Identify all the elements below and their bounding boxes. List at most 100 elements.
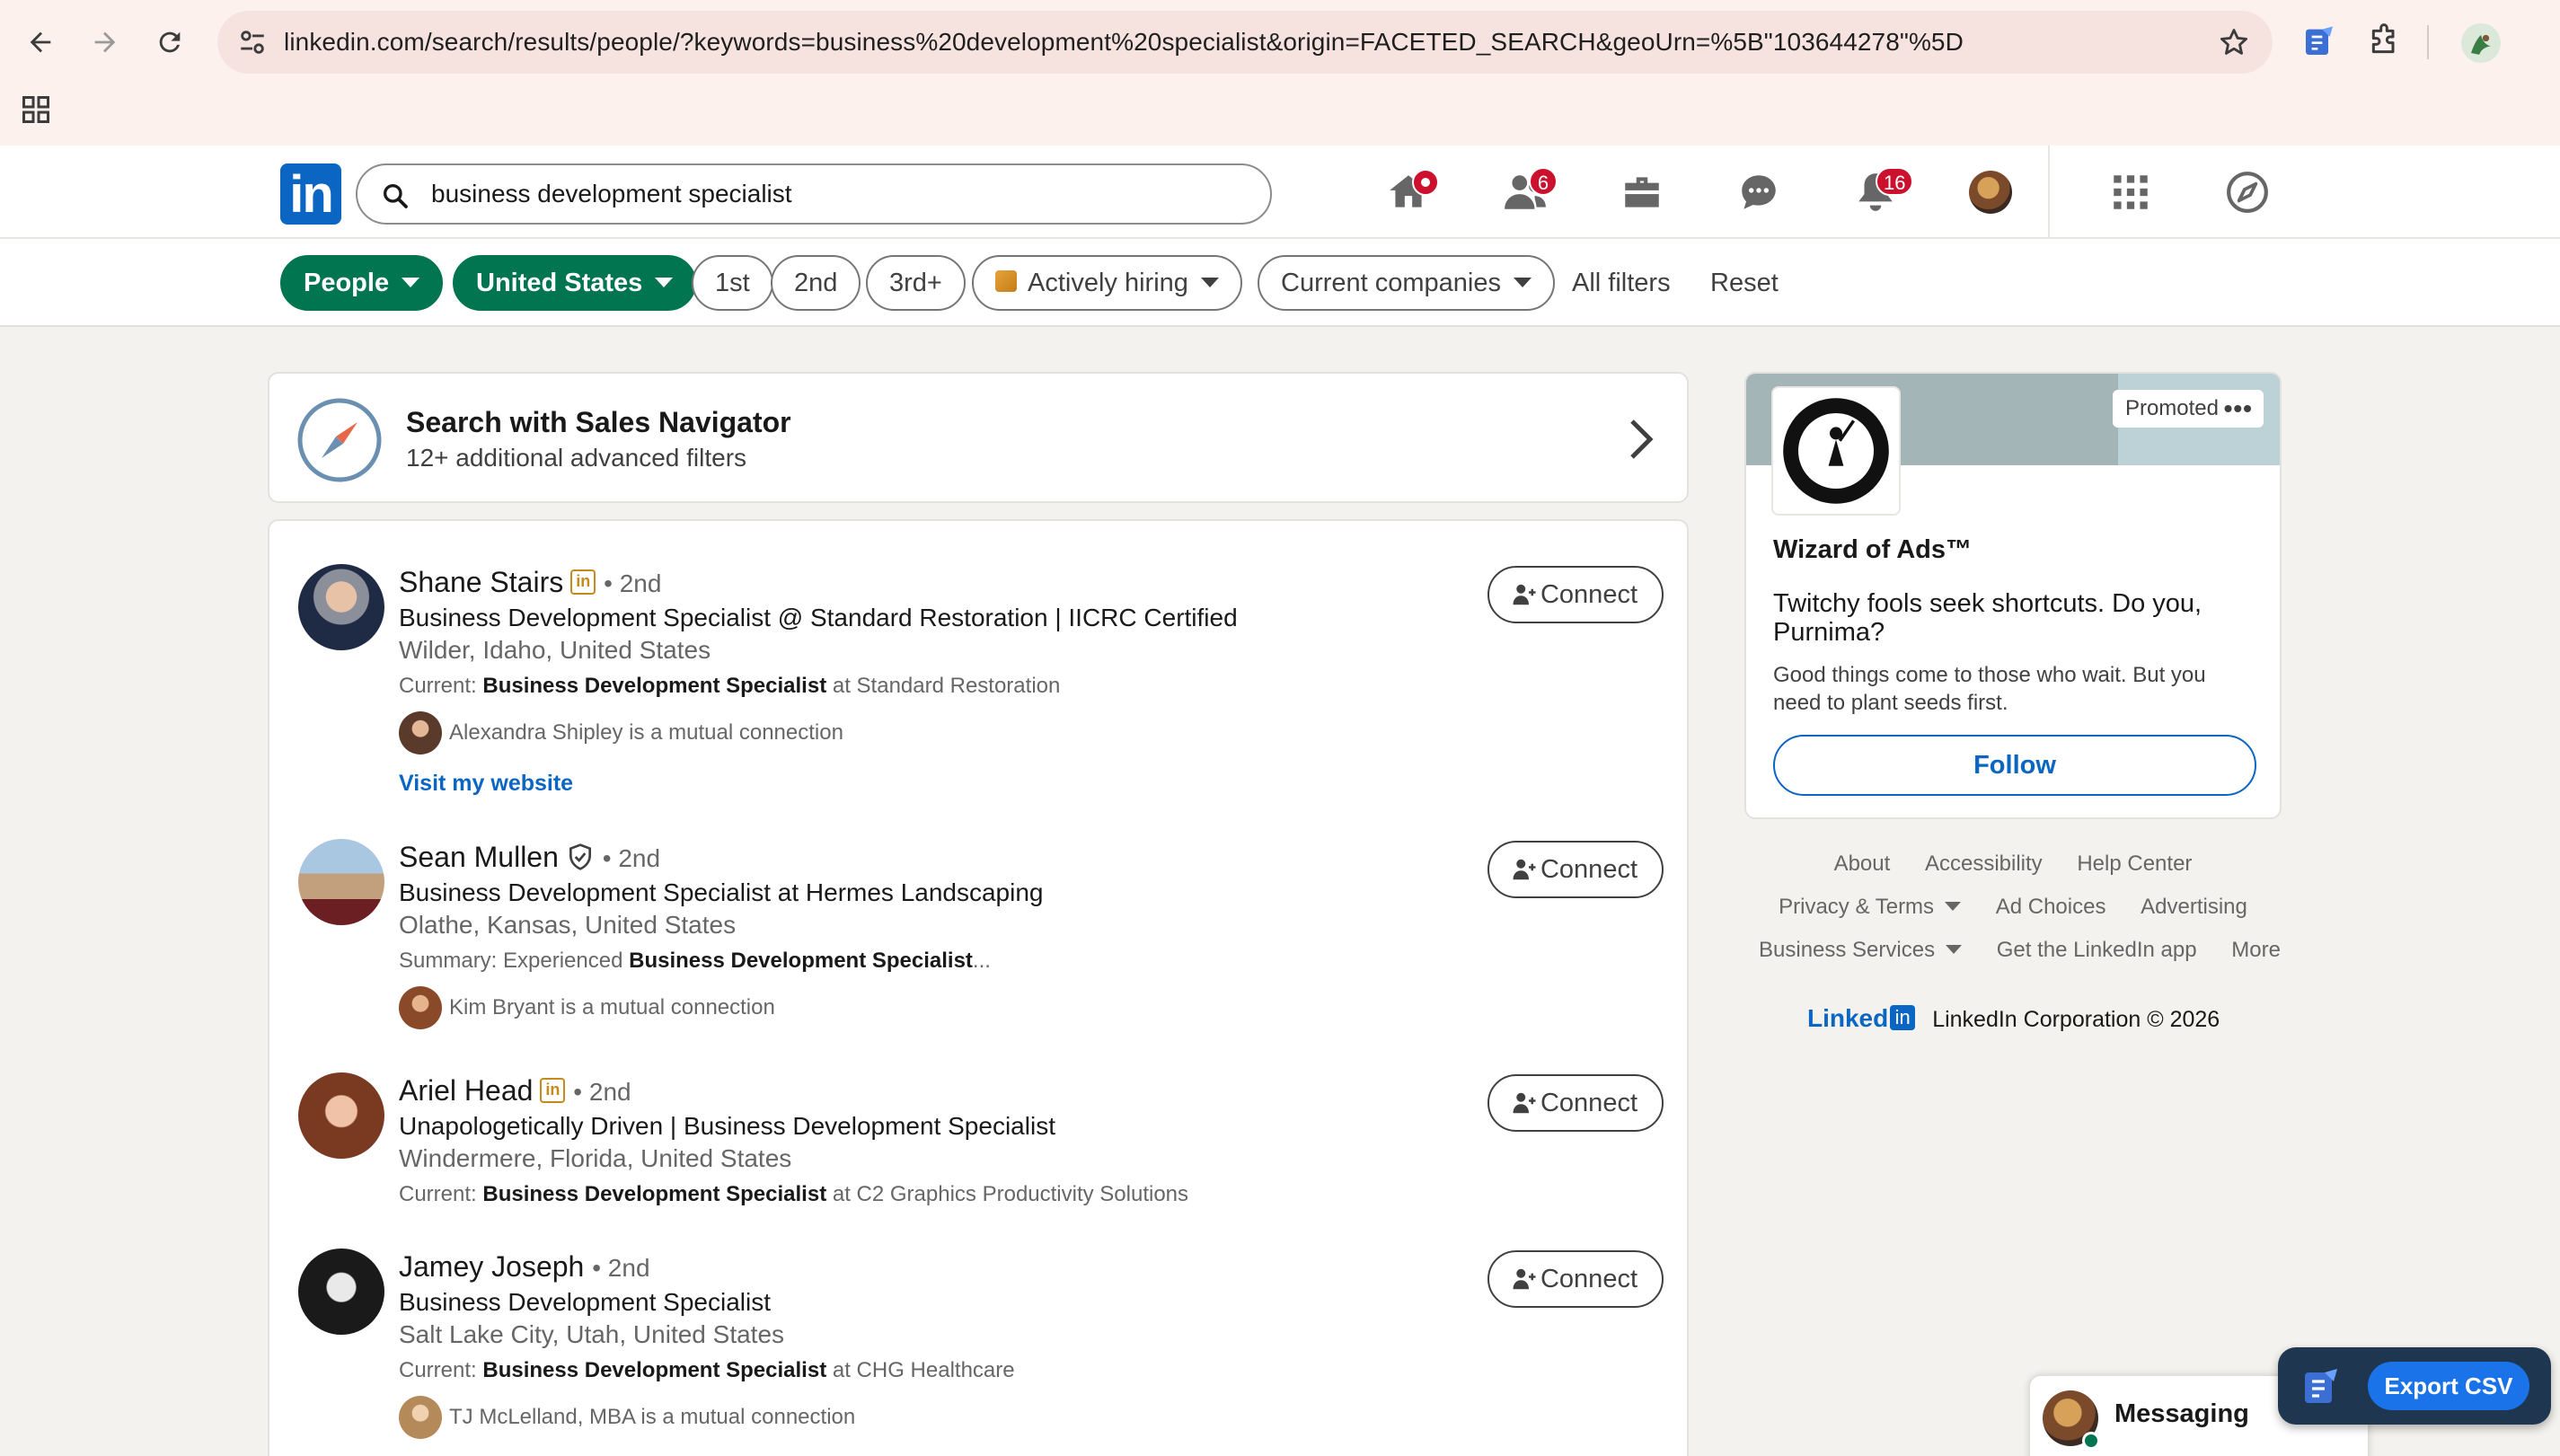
filter-location-label: United States xyxy=(476,269,643,297)
connection-degree: • 2nd xyxy=(573,1078,631,1106)
footer-row: About Accessibility Help Center xyxy=(1744,852,2282,877)
footer-about[interactable]: About xyxy=(1834,852,1891,876)
bookmark-star-icon[interactable] xyxy=(2217,25,2251,59)
current-prefix: Current: xyxy=(399,674,483,698)
result-name-row: Shane Stairs in • 2nd xyxy=(399,566,661,599)
export-csv-button[interactable]: Export CSV xyxy=(2368,1362,2529,1410)
briefcase-icon xyxy=(1625,177,1659,207)
footer-help[interactable]: Help Center xyxy=(2077,852,2192,876)
advertiser-name[interactable]: Wizard of Ads™ xyxy=(1773,535,1972,565)
filter-people[interactable]: People xyxy=(280,255,444,311)
result-name[interactable]: Sean Mullen xyxy=(399,841,559,873)
promoted-label[interactable]: Promoted ••• xyxy=(2112,390,2264,428)
avatar[interactable] xyxy=(298,1072,384,1159)
footer-copyright: LinkedIn Corporation © 2026 xyxy=(1932,1007,2220,1032)
caret-down-icon xyxy=(1946,944,1963,954)
current-title: Business Development Specialist xyxy=(482,674,827,698)
result-location: Salt Lake City, Utah, United States xyxy=(399,1320,785,1348)
extension-notes-icon[interactable] xyxy=(2300,22,2339,61)
filter-location[interactable]: United States xyxy=(453,255,697,311)
nav-messaging[interactable] xyxy=(1732,165,1786,219)
promoted-ad-card: Promoted ••• Wizard of Ads™ Twitchy fool… xyxy=(1744,372,2282,819)
browser-profile-avatar[interactable] xyxy=(2461,23,2501,63)
summary-suffix: ... xyxy=(972,949,991,973)
avatar[interactable] xyxy=(298,564,384,650)
chat-bubble-icon xyxy=(1742,175,1776,209)
more-options-icon[interactable]: ••• xyxy=(2224,390,2253,428)
me-avatar[interactable] xyxy=(1969,171,2012,214)
footer-business-label: Business Services xyxy=(1759,938,1936,962)
follow-button[interactable]: Follow xyxy=(1773,735,2256,796)
connect-button[interactable]: Connect xyxy=(1487,841,1664,898)
extensions-puzzle-icon[interactable] xyxy=(2364,22,2404,61)
current-suffix: at Standard Restoration xyxy=(826,674,1061,698)
nav-sales-navigator[interactable] xyxy=(2220,165,2274,219)
url-text[interactable]: linkedin.com/search/results/people/?keyw… xyxy=(284,11,1964,74)
reset-button[interactable]: Reset xyxy=(1710,255,1779,311)
current-suffix: at CHG Healthcare xyxy=(826,1358,1015,1382)
footer-row: Privacy & Terms Ad Choices Advertising xyxy=(1744,895,2282,920)
nav-home[interactable] xyxy=(1382,165,1439,219)
toolbar-separator xyxy=(2427,25,2429,59)
nav-for-business[interactable] xyxy=(2104,165,2158,219)
avatar[interactable] xyxy=(298,1249,384,1335)
reload-button[interactable] xyxy=(146,18,194,66)
current-title: Business Development Specialist xyxy=(482,1358,827,1382)
search-filter-bar: People United States 1st 2nd 3rd+ Active… xyxy=(0,239,2560,327)
filter-3rd[interactable]: 3rd+ xyxy=(866,255,966,311)
mutual-avatar xyxy=(399,711,442,754)
result-name[interactable]: Shane Stairs xyxy=(399,566,563,598)
add-person-icon xyxy=(1513,584,1536,605)
filter-2nd[interactable]: 2nd xyxy=(771,255,861,311)
network-badge: 6 xyxy=(1529,167,1558,196)
filter-companies-label: Current companies xyxy=(1281,269,1501,297)
connect-label: Connect xyxy=(1540,855,1638,884)
filter-1st[interactable]: 1st xyxy=(692,255,773,311)
footer-advertising[interactable]: Advertising xyxy=(2141,895,2247,919)
header-separator xyxy=(2048,146,2050,239)
advertiser-logo[interactable] xyxy=(1773,388,1899,514)
extension-notes-icon[interactable] xyxy=(2300,1365,2343,1408)
footer-business[interactable]: Business Services xyxy=(1759,938,1963,962)
footer-ad-choices[interactable]: Ad Choices xyxy=(1996,895,2106,919)
footer-accessibility[interactable]: Accessibility xyxy=(1925,852,2043,876)
linkedin-logo[interactable]: in xyxy=(280,163,341,225)
footer-brand: Linked in LinkedIn Corporation © 2026 xyxy=(1807,1004,2220,1033)
result-location: Windermere, Florida, United States xyxy=(399,1144,792,1172)
hiring-icon xyxy=(995,270,1017,293)
connect-button[interactable]: Connect xyxy=(1487,1250,1664,1308)
footer-app[interactable]: Get the LinkedIn app xyxy=(1997,938,2197,962)
search-query[interactable]: business development specialist xyxy=(431,165,792,223)
current-suffix: at C2 Graphics Productivity Solutions xyxy=(826,1182,1189,1206)
forward-button[interactable] xyxy=(81,18,129,66)
filter-actively-hiring[interactable]: Actively hiring xyxy=(972,255,1242,311)
result-location: Olathe, Kansas, United States xyxy=(399,911,737,939)
nav-notifications[interactable]: 16 xyxy=(1849,165,1914,219)
connect-button[interactable]: Connect xyxy=(1487,566,1664,623)
visit-website-link[interactable]: Visit my website xyxy=(399,771,573,797)
footer-more[interactable]: More xyxy=(2231,938,2281,962)
connect-button[interactable]: Connect xyxy=(1487,1074,1664,1132)
search-input[interactable]: business development specialist xyxy=(356,163,1272,225)
nav-jobs[interactable] xyxy=(1615,165,1669,219)
summary-prefix: Summary: Experienced xyxy=(399,949,630,973)
avatar[interactable] xyxy=(298,839,384,925)
result-name-row: Jamey Joseph • 2nd xyxy=(399,1250,650,1284)
nav-my-network[interactable]: 6 xyxy=(1498,165,1558,219)
result-name[interactable]: Jamey Joseph xyxy=(399,1250,584,1283)
result-name-row: Ariel Head in • 2nd xyxy=(399,1074,631,1107)
current-title: Business Development Specialist xyxy=(482,1182,827,1206)
address-bar[interactable]: linkedin.com/search/results/people/?keyw… xyxy=(217,11,2273,74)
all-filters-button[interactable]: All filters xyxy=(1572,255,1671,311)
result-name[interactable]: Ariel Head xyxy=(399,1074,533,1107)
site-settings-icon[interactable] xyxy=(237,27,268,57)
ad-description: Good things come to those who wait. But … xyxy=(1773,663,2206,715)
footer-privacy[interactable]: Privacy & Terms xyxy=(1779,895,1962,919)
sales-navigator-card[interactable]: Search with Sales Navigator 12+ addition… xyxy=(268,372,1689,503)
mutual-avatar xyxy=(399,986,442,1029)
filter-current-companies[interactable]: Current companies xyxy=(1258,255,1555,311)
current-prefix: Current: xyxy=(399,1182,483,1206)
browser-chrome: linkedin.com/search/results/people/?keyw… xyxy=(0,0,2560,146)
back-button[interactable] xyxy=(16,18,65,66)
apps-grid-icon[interactable] xyxy=(20,93,52,126)
